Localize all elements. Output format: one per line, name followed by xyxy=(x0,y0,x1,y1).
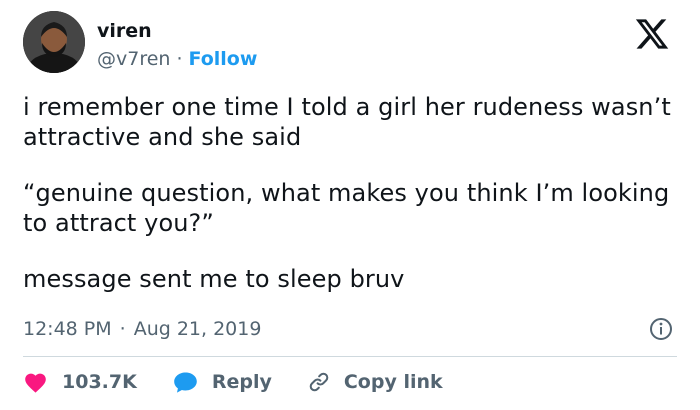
reply-label: Reply xyxy=(211,371,272,393)
copy-link-button[interactable]: Copy link xyxy=(308,371,443,393)
heart-icon xyxy=(25,373,46,393)
handle-separator: · xyxy=(176,48,183,70)
tweet-paragraph: message sent me to sleep bruv xyxy=(23,265,405,293)
timestamp-separator: · xyxy=(119,318,126,340)
user-handle[interactable]: @v7ren xyxy=(97,48,170,70)
copy-link-label: Copy link xyxy=(343,371,443,393)
handle-row: @v7ren · Follow xyxy=(97,47,257,71)
tweet-paragraph: i remember one time I told a girl her ru… xyxy=(23,93,671,151)
speech-bubble-icon xyxy=(174,372,197,393)
tweet-time: 12:48 PM xyxy=(23,318,112,340)
x-logo-icon[interactable] xyxy=(633,16,671,52)
tweet-card: viren @v7ren · Follow i remember one time … xyxy=(0,0,700,410)
tweet-timestamp[interactable]: 12:48 PM · Aug 21, 2019 xyxy=(23,317,261,341)
tweet-date: Aug 21, 2019 xyxy=(133,318,262,340)
like-button[interactable]: 103.7K xyxy=(23,371,137,393)
tweet-text: i remember one time I told a girl her ru… xyxy=(23,92,673,294)
follow-button[interactable]: Follow xyxy=(189,48,258,70)
info-icon[interactable] xyxy=(649,317,673,341)
divider xyxy=(23,356,677,357)
tweet-paragraph: “genuine question, what makes you think … xyxy=(23,179,670,237)
like-count: 103.7K xyxy=(62,371,137,393)
display-name[interactable]: viren xyxy=(97,19,152,43)
reply-button[interactable]: Reply xyxy=(173,371,272,394)
avatar[interactable] xyxy=(23,11,85,73)
action-bar: 103.7K Reply Copy link xyxy=(23,368,479,396)
link-icon xyxy=(309,372,329,392)
